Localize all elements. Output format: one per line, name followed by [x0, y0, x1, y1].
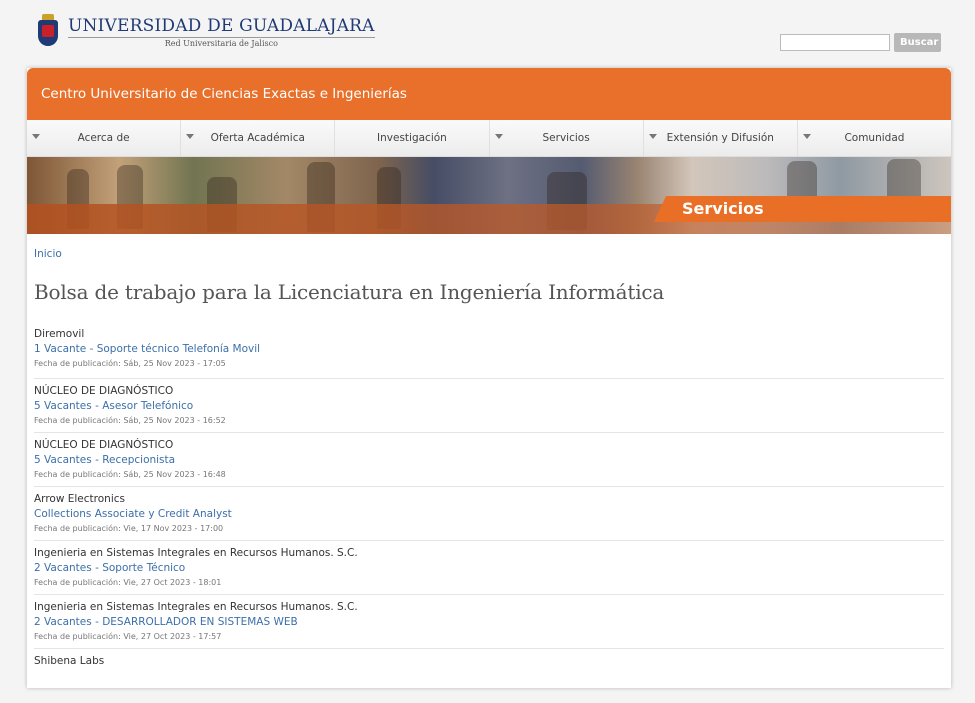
job-date: Fecha de publicación: Sáb, 25 Nov 2023 -…	[34, 359, 226, 368]
photo-figure	[787, 161, 817, 201]
dropdown-caret-icon[interactable]	[32, 134, 40, 139]
campus-title[interactable]: Centro Universitario de Ciencias Exactas…	[41, 86, 407, 102]
nav-label: Acerca de	[77, 132, 130, 144]
campus-banner: Centro Universitario de Ciencias Exactas…	[27, 68, 951, 120]
dropdown-caret-icon[interactable]	[494, 134, 503, 139]
job-date: Fecha de publicación: Sáb, 25 Nov 2023 -…	[34, 416, 226, 425]
job-title-link[interactable]: 5 Vacantes - Recepcionista	[34, 452, 944, 468]
page-title: Bolsa de trabajo para la Licenciatura en…	[34, 280, 665, 304]
search-button[interactable]: Buscar	[894, 33, 941, 52]
nav-label: Comunidad	[844, 132, 905, 144]
nav-label: Oferta Académica	[210, 132, 305, 144]
hero-image: Servicios	[27, 157, 951, 234]
job-company: NÚCLEO DE DIAGNÓSTICO	[34, 439, 174, 451]
nav-item-comunidad[interactable]: Comunidad	[798, 120, 951, 156]
main-container: Centro Universitario de Ciencias Exactas…	[27, 68, 951, 688]
job-title-link[interactable]: 2 Vacantes - DESARROLLADOR EN SISTEMAS W…	[34, 614, 944, 630]
job-item: Arrow Electronics Collections Associate …	[34, 487, 944, 541]
university-crest-icon	[36, 14, 60, 50]
nav-item-extension-difusion[interactable]: Extensión y Difusión	[644, 120, 798, 156]
content: Inicio Bolsa de trabajo para la Licencia…	[27, 248, 951, 703]
job-list: Diremovil 1 Vacante - Soporte técnico Te…	[34, 326, 944, 703]
job-item: Shibena Labs	[34, 649, 944, 703]
job-company: Arrow Electronics	[34, 493, 125, 505]
nav-label: Investigación	[377, 132, 447, 144]
job-item: NÚCLEO DE DIAGNÓSTICO 5 Vacantes - Recep…	[34, 433, 944, 487]
job-date: Fecha de publicación: Sáb, 25 Nov 2023 -…	[34, 470, 226, 479]
dropdown-caret-icon[interactable]	[648, 134, 657, 139]
job-company: Ingenieria en Sistemas Integrales en Rec…	[34, 601, 358, 613]
job-item: Ingenieria en Sistemas Integrales en Rec…	[34, 595, 944, 649]
job-company: Shibena Labs	[34, 655, 105, 667]
nav-item-servicios[interactable]: Servicios	[490, 120, 644, 156]
section-tag: Servicios	[654, 196, 951, 222]
job-date: Fecha de publicación: Vie, 27 Oct 2023 -…	[34, 578, 222, 587]
dropdown-caret-icon[interactable]	[802, 134, 811, 139]
job-title-link[interactable]: Collections Associate y Credit Analyst	[34, 506, 944, 522]
main-nav: Acerca de Oferta Académica Investigación…	[27, 120, 951, 157]
photo-figure	[887, 159, 921, 199]
job-item: Ingenieria en Sistemas Integrales en Rec…	[34, 541, 944, 595]
breadcrumb: Inicio	[34, 248, 944, 260]
logo-title: UNIVERSIDAD DE GUADALAJARA	[68, 16, 375, 36]
job-title-link[interactable]: 2 Vacantes - Soporte Técnico	[34, 560, 944, 576]
nav-label: Servicios	[542, 132, 590, 144]
job-title-link[interactable]: 5 Vacantes - Asesor Telefónico	[34, 398, 944, 414]
section-label: Servicios	[682, 199, 764, 218]
job-date: Fecha de publicación: Vie, 27 Oct 2023 -…	[34, 632, 222, 641]
university-logo[interactable]: UNIVERSIDAD DE GUADALAJARA Red Universit…	[36, 14, 375, 50]
search-input[interactable]	[780, 34, 890, 51]
nav-label: Extensión y Difusión	[666, 132, 774, 144]
search-form: Buscar	[780, 33, 941, 52]
nav-item-acerca-de[interactable]: Acerca de	[27, 120, 182, 156]
job-item: Diremovil 1 Vacante - Soporte técnico Te…	[34, 326, 944, 379]
job-company: NÚCLEO DE DIAGNÓSTICO	[34, 385, 174, 397]
nav-item-oferta-academica[interactable]: Oferta Académica	[181, 120, 336, 156]
job-date: Fecha de publicación: Vie, 17 Nov 2023 -…	[34, 524, 224, 533]
job-company: Diremovil	[34, 328, 85, 340]
nav-item-investigacion[interactable]: Investigación	[335, 120, 490, 156]
logo-subtitle: Red Universitaria de Jalisco	[68, 37, 375, 48]
breadcrumb-home-link[interactable]: Inicio	[34, 248, 62, 260]
job-company: Ingenieria en Sistemas Integrales en Rec…	[34, 547, 358, 559]
job-item: NÚCLEO DE DIAGNÓSTICO 5 Vacantes - Aseso…	[34, 379, 944, 433]
job-title-link[interactable]: 1 Vacante - Soporte técnico Telefonía Mo…	[34, 341, 944, 357]
dropdown-caret-icon[interactable]	[186, 134, 195, 139]
